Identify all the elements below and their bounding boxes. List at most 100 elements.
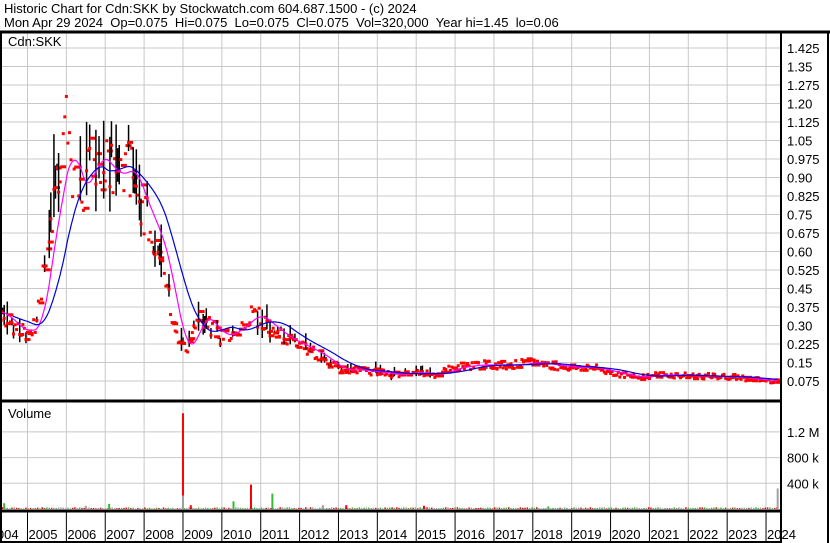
- y-tick-label: 0.525: [787, 263, 820, 278]
- close-mark: [49, 217, 53, 221]
- stock-chart: 2004 2005 2006 2007 2008 2009 2010 2011 2012 2013…: [0, 30, 830, 543]
- close-mark: [397, 375, 401, 379]
- y-tick-label: 0.90: [787, 170, 812, 185]
- close-mark: [470, 361, 474, 365]
- x-tick-label: 2011: [262, 527, 290, 542]
- close-mark: [10, 321, 14, 325]
- close-mark: [262, 327, 266, 331]
- close-mark: [89, 136, 96, 140]
- close-mark: [369, 373, 373, 377]
- close-mark: [277, 334, 281, 338]
- volume-panel: [2, 403, 781, 509]
- close-mark: [683, 371, 687, 375]
- close-mark: [553, 367, 557, 371]
- close-mark: [13, 323, 17, 327]
- close-mark: [514, 359, 518, 363]
- close-mark: [772, 381, 776, 385]
- close-mark: [103, 179, 107, 183]
- close-mark: [549, 367, 553, 371]
- x-tick-label: 2023: [728, 527, 757, 542]
- close-mark: [198, 310, 205, 314]
- y-tick-label: 0.45: [787, 281, 812, 296]
- close-mark: [24, 338, 31, 342]
- close-mark: [207, 316, 211, 320]
- close-mark: [155, 239, 162, 243]
- volume-label: Volume: [8, 406, 51, 421]
- price-panel: [2, 33, 781, 400]
- close-mark: [545, 364, 549, 368]
- close-mark: [504, 367, 508, 371]
- close-mark: [487, 359, 491, 363]
- close-mark: [15, 328, 19, 332]
- close-mark: [12, 332, 16, 336]
- y-tick-label: 1.125: [787, 115, 820, 130]
- close-mark: [229, 336, 233, 340]
- close-mark: [739, 377, 743, 381]
- close-mark: [257, 306, 261, 310]
- close-mark: [340, 369, 344, 373]
- close-mark: [733, 372, 737, 376]
- y-tick-label: 1.35: [787, 59, 812, 74]
- x-tick-label: 2022: [689, 527, 718, 542]
- close-mark: [60, 165, 67, 169]
- close-mark: [102, 171, 106, 175]
- close-mark: [658, 371, 662, 375]
- close-mark: [221, 337, 225, 341]
- close-mark: [476, 361, 480, 365]
- close-mark: [654, 371, 658, 375]
- close-mark: [647, 377, 651, 381]
- close-mark: [94, 182, 98, 186]
- close-mark: [80, 200, 84, 204]
- close-mark: [734, 377, 738, 381]
- close-mark: [2, 316, 6, 320]
- close-mark: [702, 377, 706, 381]
- close-mark: [43, 264, 47, 268]
- x-tick-label: 2021: [650, 527, 679, 542]
- close-mark: [672, 376, 676, 380]
- close-mark: [127, 140, 134, 144]
- close-mark: [71, 195, 75, 199]
- close-mark: [310, 350, 314, 354]
- close-mark: [69, 158, 73, 162]
- close-mark: [249, 305, 253, 309]
- x-tick-label: 2020: [612, 527, 641, 542]
- close-mark: [189, 337, 196, 341]
- close-mark: [148, 230, 152, 234]
- close-mark: [237, 333, 241, 337]
- close-mark: [169, 313, 173, 317]
- volume-tick-label: 800 k: [787, 451, 819, 466]
- x-tick-label: 2015: [417, 527, 446, 542]
- x-tick-label: 2018: [534, 527, 563, 542]
- close-mark: [425, 369, 429, 373]
- close-mark: [579, 368, 583, 372]
- close-mark: [707, 371, 711, 375]
- x-tick-label: 2012: [301, 527, 330, 542]
- close-mark: [722, 372, 726, 376]
- close-mark: [35, 319, 39, 323]
- close-mark: [122, 189, 126, 193]
- close-mark: [108, 185, 112, 189]
- x-tick-label: 2009: [184, 527, 213, 542]
- close-mark: [83, 206, 90, 210]
- y-tick-label: 1.275: [787, 78, 820, 93]
- close-mark: [209, 333, 213, 337]
- close-mark: [111, 191, 115, 195]
- close-mark: [268, 334, 275, 338]
- close-mark: [276, 329, 280, 333]
- close-mark: [752, 379, 759, 383]
- close-mark: [123, 152, 127, 156]
- close-mark: [512, 366, 516, 370]
- x-tick-label: 2008: [145, 527, 174, 542]
- y-tick-label: 0.375: [787, 300, 820, 315]
- close-mark: [119, 158, 123, 162]
- y-tick-label: 1.20: [787, 96, 812, 111]
- close-mark: [329, 362, 333, 366]
- close-mark: [58, 180, 62, 184]
- close-mark: [19, 333, 23, 337]
- close-mark: [218, 342, 222, 346]
- close-mark: [554, 360, 558, 364]
- x-tick-label: 2014: [378, 527, 407, 542]
- close-mark: [242, 323, 246, 327]
- close-mark: [153, 253, 157, 257]
- close-mark: [183, 342, 187, 346]
